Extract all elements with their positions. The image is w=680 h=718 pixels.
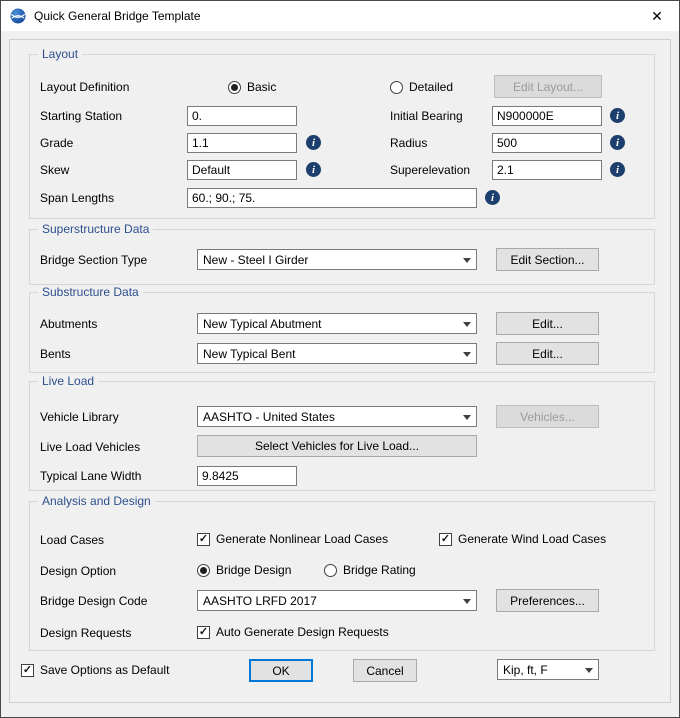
chevron-down-icon <box>463 415 471 420</box>
select-vehicles-button[interactable]: Select Vehicles for Live Load... <box>197 435 477 457</box>
live-load-vehicles-label: Live Load Vehicles <box>40 440 140 455</box>
group-layout: Layout Layout Definition Basic Detailed … <box>29 54 655 219</box>
window-title: Quick General Bridge Template <box>34 9 201 23</box>
close-button[interactable]: ✕ <box>635 1 679 31</box>
load-cases-label: Load Cases <box>40 533 104 548</box>
generate-wind-label[interactable]: Generate Wind Load Cases <box>458 532 606 547</box>
titlebar: Quick General Bridge Template ✕ <box>1 1 679 31</box>
radius-input[interactable] <box>492 133 602 153</box>
preferences-button[interactable]: Preferences... <box>496 589 599 612</box>
chevron-down-icon <box>585 668 593 673</box>
vehicle-library-dropdown[interactable]: AASHTO - United States <box>197 406 477 427</box>
chevron-down-icon <box>463 599 471 604</box>
dialog-quick-general-bridge-template: Quick General Bridge Template ✕ Layout L… <box>0 0 680 718</box>
bridge-section-type-label: Bridge Section Type <box>40 253 147 268</box>
superelevation-label: Superelevation <box>390 163 470 178</box>
group-analysis-design: Analysis and Design Load Cases ✓ Generat… <box>29 501 655 651</box>
bridge-section-type-dropdown[interactable]: New - Steel I Girder <box>197 249 477 270</box>
units-dropdown[interactable]: Kip, ft, F <box>497 659 599 680</box>
design-option-label: Design Option <box>40 564 116 579</box>
layout-definition-label: Layout Definition <box>40 80 129 95</box>
close-icon: ✕ <box>651 8 663 25</box>
app-icon <box>10 8 26 24</box>
abutments-edit-button[interactable]: Edit... <box>496 312 599 335</box>
span-lengths-input[interactable] <box>187 188 477 208</box>
grade-label: Grade <box>40 136 73 151</box>
bridge-design-radio-label[interactable]: Bridge Design <box>216 563 291 578</box>
typical-lane-width-label: Typical Lane Width <box>40 469 141 484</box>
units-value: Kip, ft, F <box>503 663 548 677</box>
info-icon[interactable]: i <box>610 162 625 177</box>
grade-input[interactable] <box>187 133 297 153</box>
chevron-down-icon <box>463 322 471 327</box>
group-live-load-title: Live Load <box>38 374 98 388</box>
starting-station-label: Starting Station <box>40 109 122 124</box>
info-icon[interactable]: i <box>610 135 625 150</box>
cancel-button[interactable]: Cancel <box>353 659 417 682</box>
group-superstructure-title: Superstructure Data <box>38 222 153 236</box>
abutments-value: New Typical Abutment <box>203 317 322 331</box>
span-lengths-label: Span Lengths <box>40 191 114 206</box>
basic-radio[interactable] <box>228 81 241 94</box>
bridge-rating-radio[interactable] <box>324 564 337 577</box>
vehicles-button: Vehicles... <box>496 405 599 428</box>
save-options-label[interactable]: Save Options as Default <box>40 663 169 678</box>
info-icon[interactable]: i <box>306 135 321 150</box>
generate-nonlinear-checkbox[interactable]: ✓ <box>197 533 210 546</box>
typical-lane-width-input[interactable] <box>197 466 297 486</box>
abutments-dropdown[interactable]: New Typical Abutment <box>197 313 477 334</box>
chevron-down-icon <box>463 352 471 357</box>
radius-label: Radius <box>390 136 427 151</box>
bridge-section-type-value: New - Steel I Girder <box>203 253 308 267</box>
abutments-label: Abutments <box>40 317 97 332</box>
group-analysis-design-title: Analysis and Design <box>38 494 155 508</box>
chevron-down-icon <box>463 258 471 263</box>
initial-bearing-label: Initial Bearing <box>390 109 463 124</box>
ok-button[interactable]: OK <box>249 659 313 682</box>
group-substructure: Substructure Data Abutments New Typical … <box>29 292 655 373</box>
skew-input[interactable] <box>187 160 297 180</box>
auto-generate-label[interactable]: Auto Generate Design Requests <box>216 625 389 640</box>
vehicle-library-value: AASHTO - United States <box>203 410 335 424</box>
bents-edit-button[interactable]: Edit... <box>496 342 599 365</box>
basic-radio-label[interactable]: Basic <box>247 80 276 95</box>
bents-dropdown[interactable]: New Typical Bent <box>197 343 477 364</box>
edit-layout-button: Edit Layout... <box>494 75 602 98</box>
bents-value: New Typical Bent <box>203 347 296 361</box>
detailed-radio-label[interactable]: Detailed <box>409 80 453 95</box>
info-icon[interactable]: i <box>306 162 321 177</box>
info-icon[interactable]: i <box>485 190 500 205</box>
info-icon[interactable]: i <box>610 108 625 123</box>
bents-label: Bents <box>40 347 71 362</box>
generate-nonlinear-label[interactable]: Generate Nonlinear Load Cases <box>216 532 388 547</box>
generate-wind-checkbox[interactable]: ✓ <box>439 533 452 546</box>
group-layout-title: Layout <box>38 47 82 61</box>
design-requests-label: Design Requests <box>40 626 131 641</box>
vehicle-library-label: Vehicle Library <box>40 410 119 425</box>
starting-station-input[interactable] <box>187 106 297 126</box>
group-superstructure: Superstructure Data Bridge Section Type … <box>29 229 655 285</box>
bridge-design-radio[interactable] <box>197 564 210 577</box>
group-live-load: Live Load Vehicle Library AASHTO - Unite… <box>29 381 655 491</box>
skew-label: Skew <box>40 163 69 178</box>
edit-section-button[interactable]: Edit Section... <box>496 248 599 271</box>
superelevation-input[interactable] <box>492 160 602 180</box>
bridge-design-code-value: AASHTO LRFD 2017 <box>203 594 317 608</box>
save-options-checkbox[interactable]: ✓ <box>21 664 34 677</box>
bridge-design-code-label: Bridge Design Code <box>40 594 147 609</box>
auto-generate-checkbox[interactable]: ✓ <box>197 626 210 639</box>
bridge-design-code-dropdown[interactable]: AASHTO LRFD 2017 <box>197 590 477 611</box>
group-substructure-title: Substructure Data <box>38 285 143 299</box>
detailed-radio[interactable] <box>390 81 403 94</box>
bridge-rating-radio-label[interactable]: Bridge Rating <box>343 563 416 578</box>
initial-bearing-input[interactable] <box>492 106 602 126</box>
